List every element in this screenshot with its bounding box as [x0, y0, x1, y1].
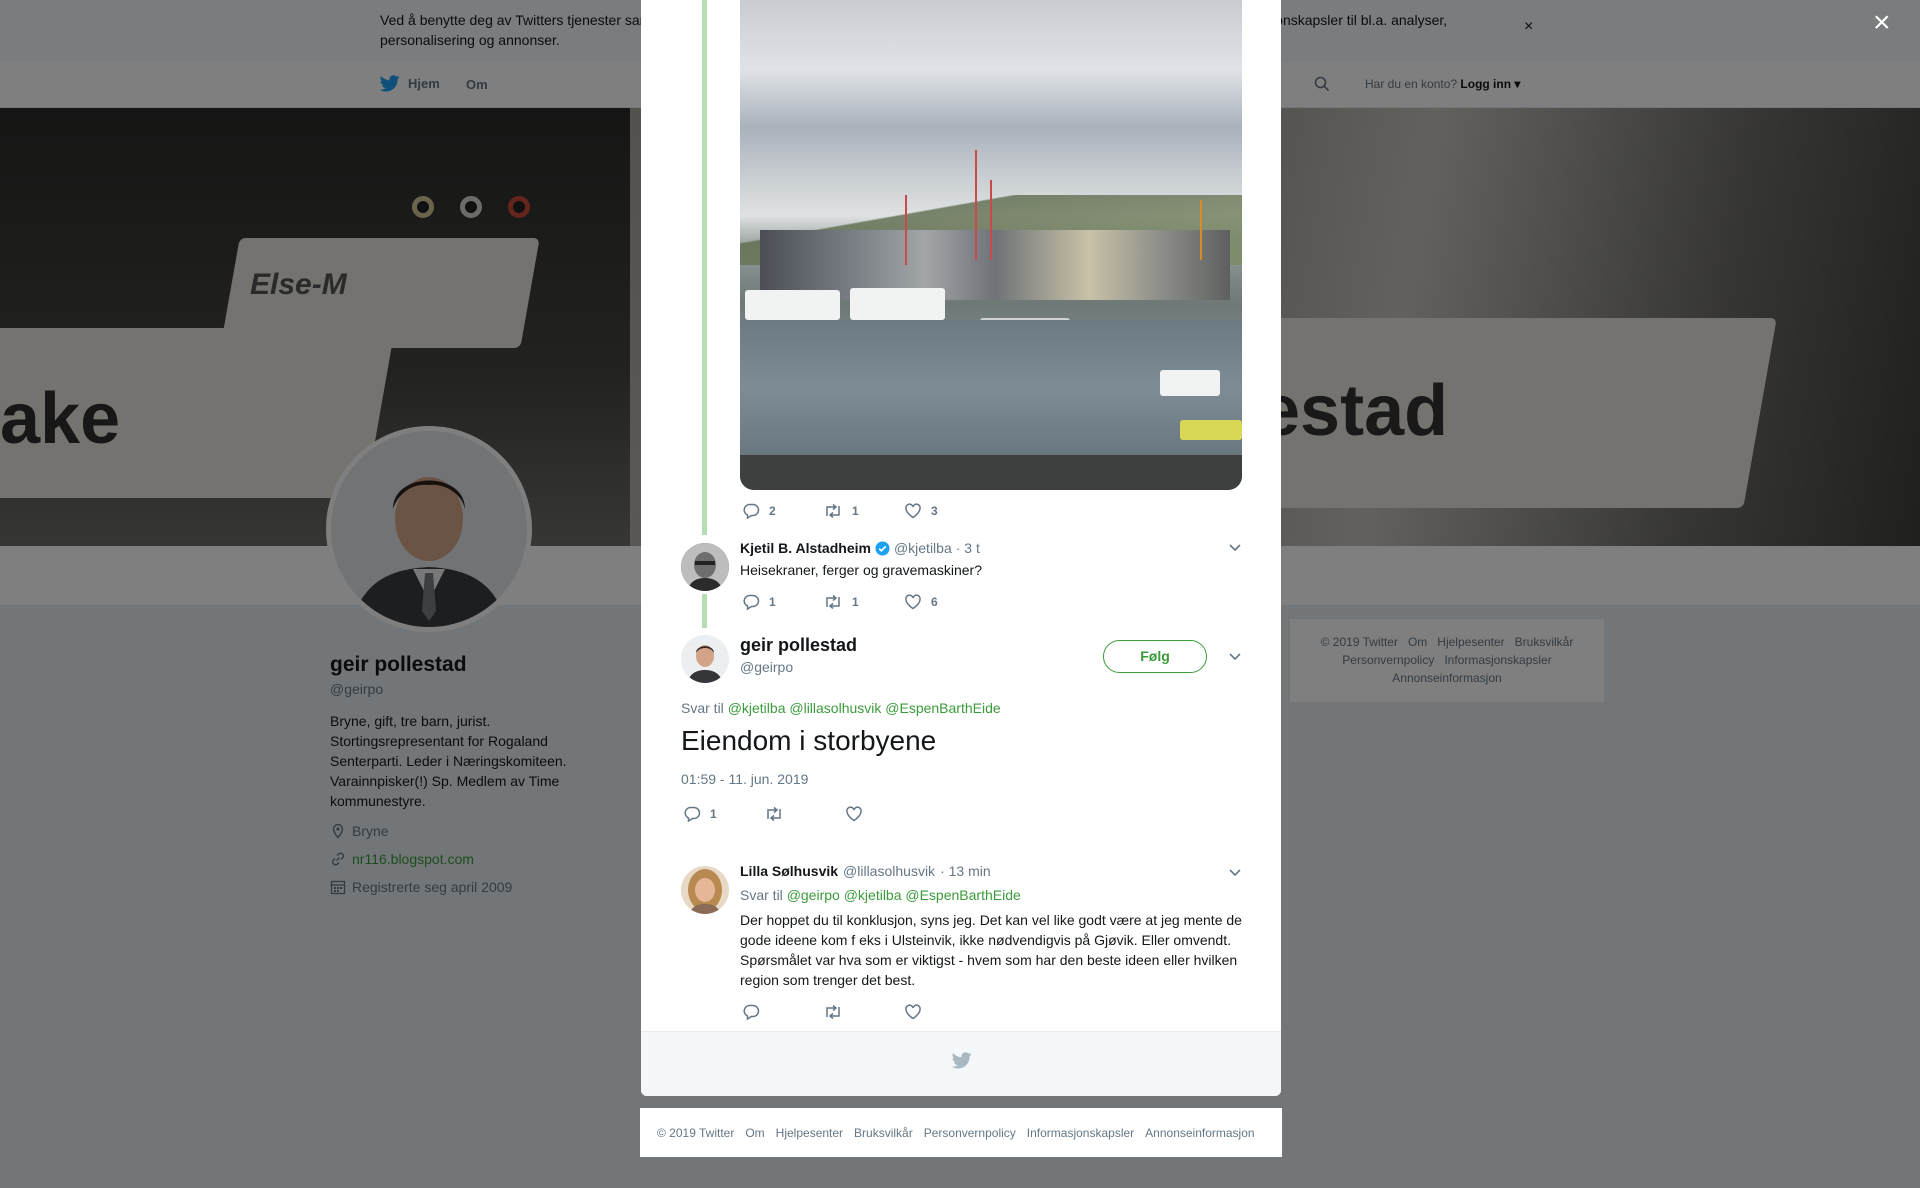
main-tweet-author-name[interactable]: geir pollestad — [740, 635, 857, 656]
photo-boat — [1180, 420, 1242, 440]
reply-icon — [743, 503, 760, 519]
reply-button[interactable]: 1 — [683, 806, 764, 822]
retweet-count: 1 — [852, 595, 859, 609]
retweet-icon — [767, 806, 781, 822]
lilla-tweet-actions — [742, 1004, 985, 1020]
photo-tweet-actions: 2 1 3 — [742, 503, 985, 519]
follow-button[interactable]: Følg — [1103, 640, 1207, 673]
photo-ferry — [850, 288, 945, 320]
avatar[interactable] — [681, 635, 729, 683]
retweet-icon — [826, 1004, 840, 1020]
avatar-portrait — [681, 635, 729, 683]
photo-ferry — [745, 290, 840, 320]
photo-crane — [905, 195, 907, 265]
main-tweet-timestamp[interactable]: 01:59 - 11. jun. 2019 — [681, 771, 808, 787]
retweet-count: 1 — [852, 504, 859, 518]
footer-link[interactable]: Om — [745, 1126, 764, 1140]
photo-crane — [990, 180, 992, 260]
photo-pier — [740, 455, 1242, 490]
reply-to-mentions[interactable]: @geirpo @kjetilba @EspenBarthEide — [787, 887, 1021, 903]
retweet-button[interactable] — [764, 806, 845, 822]
footer-link[interactable]: Annonseinformasjon — [1145, 1126, 1254, 1140]
reply-count: 1 — [710, 807, 717, 821]
photo-crane — [1200, 200, 1202, 260]
close-icon[interactable]: × — [1873, 8, 1891, 38]
tweet-author-name[interactable]: Kjetil B. Alstadheim — [740, 540, 871, 556]
tweet-author-handle[interactable]: @kjetilba — [894, 540, 952, 556]
reply-icon — [743, 1004, 760, 1020]
tweet-time[interactable]: · 3 t — [956, 540, 980, 556]
retweet-icon — [826, 503, 840, 519]
reply-button[interactable] — [742, 1004, 823, 1020]
kjetil-tweet-actions: 1 1 6 — [742, 594, 985, 610]
tweet-photo[interactable] — [740, 0, 1242, 490]
like-icon — [846, 806, 862, 822]
like-button[interactable] — [845, 806, 926, 822]
like-icon — [905, 594, 921, 610]
footer-link[interactable]: Informasjonskapsler — [1027, 1126, 1134, 1140]
reply-to-label: Svar til — [681, 700, 724, 716]
like-button[interactable]: 3 — [904, 503, 985, 519]
like-icon — [905, 503, 921, 519]
retweet-icon — [826, 594, 840, 610]
retweet-button[interactable] — [823, 1004, 904, 1020]
reply-to-line: Svar til @kjetilba @lillasolhusvik @Espe… — [681, 700, 1001, 716]
modal-footer — [641, 1031, 1281, 1096]
reply-icon — [684, 806, 701, 822]
avatar-portrait — [681, 866, 729, 914]
avatar[interactable] — [681, 543, 729, 591]
photo-crane — [975, 150, 977, 260]
thread-line — [702, 594, 707, 628]
chevron-down-icon[interactable] — [1228, 542, 1242, 552]
tweet-modal: 2 1 3 Kjetil B. Alstadheim @kjetilba · 3… — [641, 0, 1281, 1096]
tweet-header: Kjetil B. Alstadheim @kjetilba · 3 t — [740, 540, 980, 556]
avatar[interactable] — [681, 866, 729, 914]
like-icon — [905, 1004, 921, 1020]
like-button[interactable]: 6 — [904, 594, 985, 610]
main-tweet-author-handle[interactable]: @geirpo — [740, 659, 793, 675]
chevron-down-icon[interactable] — [1228, 867, 1242, 877]
like-button[interactable] — [904, 1004, 985, 1020]
reply-button[interactable]: 1 — [742, 594, 823, 610]
modal-bottom-footer: © 2019 Twitter Om Hjelpesenter Bruksvilk… — [640, 1108, 1282, 1157]
tweet-author-name[interactable]: Lilla Sølhusvik — [740, 863, 838, 879]
chevron-down-icon[interactable] — [1228, 651, 1242, 661]
reply-to-label: Svar til — [740, 887, 783, 903]
footer-link[interactable]: Hjelpesenter — [776, 1126, 843, 1140]
tweet-author-handle[interactable]: @lillasolhusvik — [843, 863, 935, 879]
footer-link[interactable]: Personvernpolicy — [924, 1126, 1016, 1140]
verified-badge-icon — [875, 540, 890, 556]
photo-boat — [1160, 370, 1220, 396]
reply-to-mentions[interactable]: @kjetilba @lillasolhusvik @EspenBarthEid… — [728, 700, 1001, 716]
like-count: 3 — [931, 504, 938, 518]
tweet-text: Heisekraner, ferger og gravemaskiner? — [740, 562, 983, 578]
avatar-portrait — [681, 543, 729, 591]
thread-line — [702, 0, 707, 535]
twitter-bird-icon — [952, 1052, 972, 1069]
main-tweet-actions: 1 — [683, 806, 926, 822]
like-count: 6 — [931, 595, 938, 609]
tweet-time[interactable]: · 13 min — [940, 863, 991, 879]
reply-count: 2 — [769, 504, 776, 518]
reply-button[interactable]: 2 — [742, 503, 823, 519]
reply-icon — [743, 594, 760, 610]
retweet-button[interactable]: 1 — [823, 503, 904, 519]
footer-link[interactable]: Bruksvilkår — [854, 1126, 913, 1140]
tweet-header: Lilla Sølhusvik @lillasolhusvik · 13 min — [740, 863, 991, 879]
main-tweet-text: Eiendom i storbyene — [681, 725, 937, 756]
footer-link[interactable]: © 2019 Twitter — [657, 1126, 734, 1140]
tweet-text: Der hoppet du til konklusjon, syns jeg. … — [740, 912, 1242, 988]
retweet-button[interactable]: 1 — [823, 594, 904, 610]
reply-to-line: Svar til @geirpo @kjetilba @EspenBarthEi… — [740, 887, 1021, 903]
reply-count: 1 — [769, 595, 776, 609]
